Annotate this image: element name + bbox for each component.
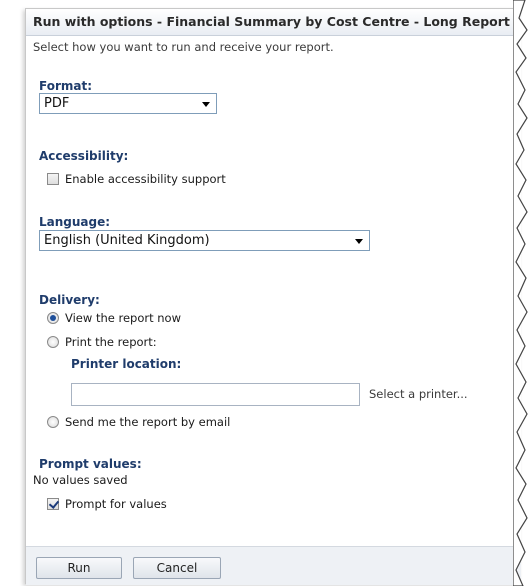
dialog-footer: Run Cancel bbox=[26, 546, 521, 585]
dialog-title: Run with options - Financial Summary by … bbox=[26, 9, 521, 36]
accessibility-checkbox[interactable] bbox=[47, 173, 59, 185]
run-button[interactable]: Run bbox=[36, 557, 122, 579]
prompt-checkbox-row[interactable]: Prompt for values bbox=[47, 497, 167, 511]
language-select-value: English (United Kingdom) bbox=[44, 233, 210, 248]
format-select[interactable]: PDF bbox=[39, 93, 217, 114]
format-label: Format: bbox=[39, 79, 93, 93]
language-select[interactable]: English (United Kingdom) bbox=[39, 230, 370, 251]
prompt-checkbox-label: Prompt for values bbox=[65, 497, 167, 511]
email-radio[interactable] bbox=[47, 416, 59, 428]
print-radio[interactable] bbox=[47, 336, 59, 348]
cancel-button[interactable]: Cancel bbox=[133, 557, 221, 579]
delivery-option-view-now[interactable]: View the report now bbox=[47, 311, 181, 325]
delivery-option-email[interactable]: Send me the report by email bbox=[47, 415, 230, 429]
prompt-checkbox[interactable] bbox=[47, 498, 59, 510]
prompt-values-label: Prompt values: bbox=[39, 457, 142, 471]
chevron-down-icon bbox=[202, 102, 210, 107]
format-select-value: PDF bbox=[44, 96, 70, 111]
printer-location-label: Printer location: bbox=[71, 357, 182, 371]
delivery-option-print[interactable]: Print the report: bbox=[47, 335, 157, 349]
email-label: Send me the report by email bbox=[65, 415, 231, 429]
dialog-subtitle: Select how you want to run and receive y… bbox=[33, 40, 334, 54]
run-options-dialog: Run with options - Financial Summary by … bbox=[25, 8, 521, 585]
prompt-values-status: No values saved bbox=[33, 473, 128, 487]
view-now-radio[interactable] bbox=[47, 312, 59, 324]
accessibility-checkbox-row[interactable]: Enable accessibility support bbox=[47, 172, 226, 186]
delivery-label: Delivery: bbox=[39, 293, 100, 307]
printer-location-input[interactable] bbox=[71, 383, 360, 406]
chevron-down-icon bbox=[355, 239, 363, 244]
torn-edge-decoration bbox=[513, 0, 528, 586]
accessibility-label: Accessibility: bbox=[39, 149, 129, 163]
view-now-label: View the report now bbox=[65, 311, 181, 325]
select-printer-link[interactable]: Select a printer... bbox=[369, 387, 468, 401]
language-label: Language: bbox=[39, 215, 111, 229]
print-label: Print the report: bbox=[65, 335, 157, 349]
accessibility-checkbox-label: Enable accessibility support bbox=[65, 172, 226, 186]
